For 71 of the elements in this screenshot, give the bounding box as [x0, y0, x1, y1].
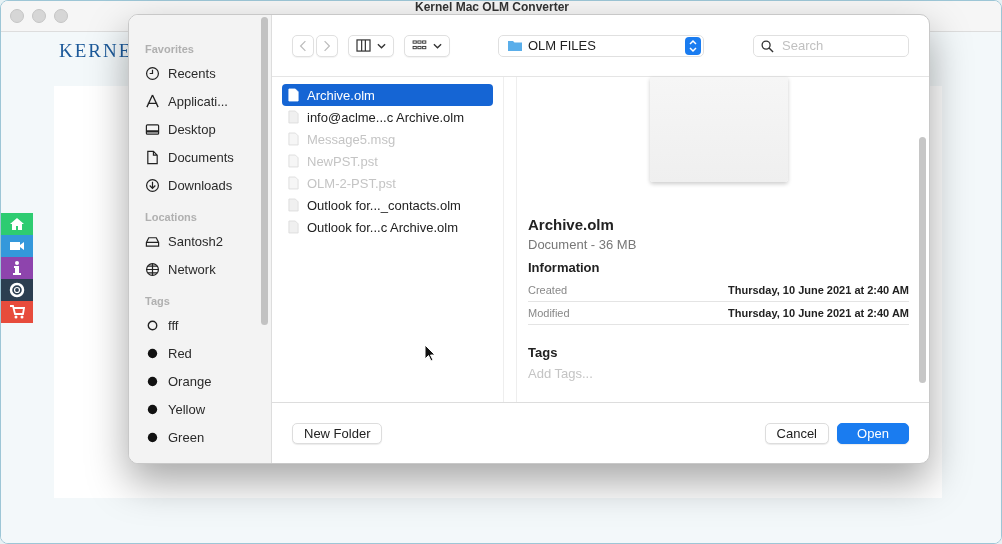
sidebar-item[interactable]: Network [145, 255, 216, 283]
group-button[interactable] [404, 34, 450, 57]
document-icon [288, 220, 299, 234]
forward-button[interactable] [316, 34, 338, 57]
section-heading: Tags [145, 295, 171, 309]
file-item[interactable]: Outlook for...c Archive.olm [282, 216, 493, 238]
section-heading: Information [528, 260, 601, 275]
document-icon [145, 149, 160, 165]
sidebar-item[interactable]: Green [145, 423, 205, 451]
cancel-button[interactable]: Cancel [764, 422, 829, 444]
document-icon [288, 198, 299, 212]
document-icon [288, 132, 299, 146]
file-name: Archive.olm [528, 216, 615, 233]
info-value: Thursday, 10 June 2021 at 2:40 AM [728, 307, 909, 319]
section-heading: Tags [528, 345, 559, 360]
caret-icon [433, 42, 442, 49]
lifebuoy-icon [9, 282, 25, 298]
chevron-left-icon [299, 39, 307, 52]
folder-icon [507, 39, 523, 52]
home-icon [9, 216, 25, 232]
file-item[interactable]: Outlook for..._contacts.olm [282, 194, 493, 216]
new-folder-button[interactable]: New Folder [292, 422, 383, 444]
window-title: Kernel Mac OLM Converter [415, 1, 570, 14]
clock-icon [145, 65, 160, 81]
scrollbar[interactable] [919, 137, 926, 383]
search-field[interactable]: Search [753, 34, 909, 57]
section-heading: Locations [145, 211, 198, 225]
back-button[interactable] [292, 34, 314, 57]
minimize-button[interactable] [32, 9, 46, 23]
info-value: Thursday, 10 June 2021 at 2:40 AM [728, 284, 909, 296]
sidebar-item[interactable]: Applicati... [145, 87, 228, 115]
document-icon [288, 110, 299, 124]
info-label: Created [528, 284, 568, 296]
search-icon [761, 39, 774, 53]
file-item[interactable]: info@aclme...c Archive.olm [282, 106, 493, 128]
sidebar-item[interactable]: Documents [145, 143, 234, 171]
location-popup[interactable]: OLM FILES [498, 34, 704, 57]
desktop-icon [145, 121, 160, 137]
section-heading: Favorites [145, 43, 195, 57]
sidebar-item[interactable]: fff [145, 311, 179, 339]
view-mode-button[interactable] [348, 34, 394, 57]
download-icon [145, 177, 160, 193]
sidebar-item[interactable]: Downloads [145, 171, 233, 199]
chevron-right-icon [323, 39, 331, 52]
cart-icon [9, 304, 25, 320]
zoom-button[interactable] [54, 9, 68, 23]
scrollbar[interactable] [261, 17, 268, 325]
caret-icon [377, 42, 386, 49]
mouse-pointer-icon [424, 344, 436, 362]
side-tab[interactable] [1, 279, 33, 301]
document-icon [288, 154, 299, 168]
sidebar-item[interactable]: Recents [145, 59, 216, 87]
open-button[interactable]: Open [837, 422, 909, 444]
grid-icon [412, 40, 427, 51]
sidebar-item[interactable]: Yellow [145, 395, 206, 423]
info-label: Modified [528, 307, 570, 319]
side-tab[interactable] [1, 257, 33, 279]
close-button[interactable] [10, 9, 24, 23]
sidebar-item[interactable]: Orange [145, 367, 212, 395]
document-icon [288, 176, 299, 190]
globe-icon [145, 261, 160, 277]
sidebar-item[interactable]: Santosh2 [145, 227, 223, 255]
file-item[interactable]: Archive.olm [282, 84, 493, 106]
apps-icon [145, 93, 160, 109]
sidebar-item[interactable]: Red [145, 339, 192, 367]
columns-icon [356, 39, 371, 52]
document-icon [288, 88, 299, 102]
logo: KERNE [59, 40, 133, 62]
stepper-icon [685, 36, 701, 55]
sidebar-item[interactable]: Desktop [145, 115, 216, 143]
file-kind: Document - 36 MB [528, 237, 638, 252]
